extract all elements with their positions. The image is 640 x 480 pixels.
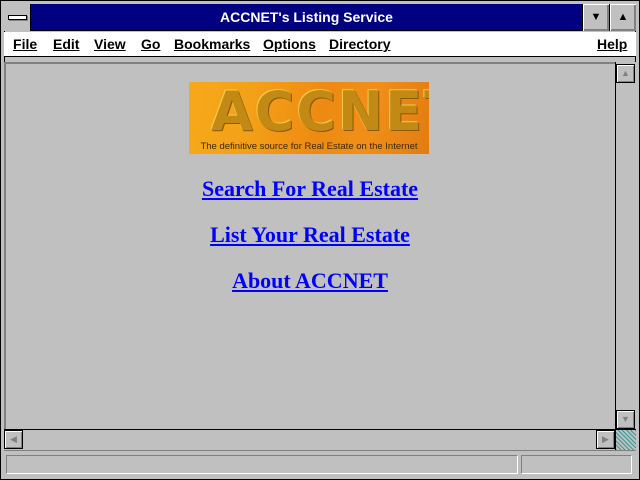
menu-bar: File Edit View Go Bookmarks Options Dire… <box>4 32 636 57</box>
scroll-up-arrow-icon: ▲ <box>621 68 630 78</box>
page-content: ACCNET The definitive source for Real Es… <box>4 62 615 429</box>
scroll-left-button[interactable]: ◀ <box>4 430 23 449</box>
scroll-right-arrow-icon: ▶ <box>602 434 609 444</box>
menu-directory[interactable]: Directory <box>329 32 390 56</box>
logo-wordmark: ACCNET <box>211 82 429 143</box>
system-menu-button[interactable] <box>4 4 31 31</box>
accnet-logo: ACCNET The definitive source for Real Es… <box>189 82 429 154</box>
search-real-estate-link[interactable]: Search For Real Estate <box>6 176 614 202</box>
menu-options[interactable]: Options <box>263 32 316 56</box>
menu-bookmarks[interactable]: Bookmarks <box>174 32 250 56</box>
status-text <box>6 455 518 474</box>
menu-go[interactable]: Go <box>141 32 160 56</box>
minimize-arrow-icon: ▼ <box>590 11 602 23</box>
menu-help[interactable]: Help <box>597 32 627 56</box>
horizontal-scrollbar[interactable]: ◀ ▶ <box>4 429 615 450</box>
about-accnet-link[interactable]: About ACCNET <box>6 268 614 294</box>
logo-tagline: The definitive source for Real Estate on… <box>200 141 418 152</box>
scroll-up-button[interactable]: ▲ <box>616 64 635 83</box>
scroll-down-arrow-icon: ▼ <box>621 414 630 424</box>
progress-indicator <box>521 455 632 474</box>
scroll-left-arrow-icon: ◀ <box>10 434 17 444</box>
minimize-button[interactable]: ▼ <box>582 4 609 31</box>
system-menu-icon <box>8 15 27 20</box>
menu-edit[interactable]: Edit <box>53 32 79 56</box>
scroll-down-button[interactable]: ▼ <box>616 410 635 429</box>
window-title: ACCNET's Listing Service <box>220 9 393 25</box>
vertical-scrollbar[interactable]: ▲ ▼ <box>615 62 636 429</box>
status-bar <box>4 450 636 476</box>
maximize-arrow-icon: ▲ <box>617 11 629 23</box>
scroll-right-button[interactable]: ▶ <box>596 430 615 449</box>
menu-view[interactable]: View <box>94 32 126 56</box>
title-bar[interactable]: ACCNET's Listing Service ▼ ▲ <box>4 4 636 31</box>
maximize-button[interactable]: ▲ <box>609 4 636 31</box>
size-grip[interactable] <box>615 429 636 450</box>
list-real-estate-link[interactable]: List Your Real Estate <box>6 222 614 248</box>
menu-file[interactable]: File <box>13 32 37 56</box>
